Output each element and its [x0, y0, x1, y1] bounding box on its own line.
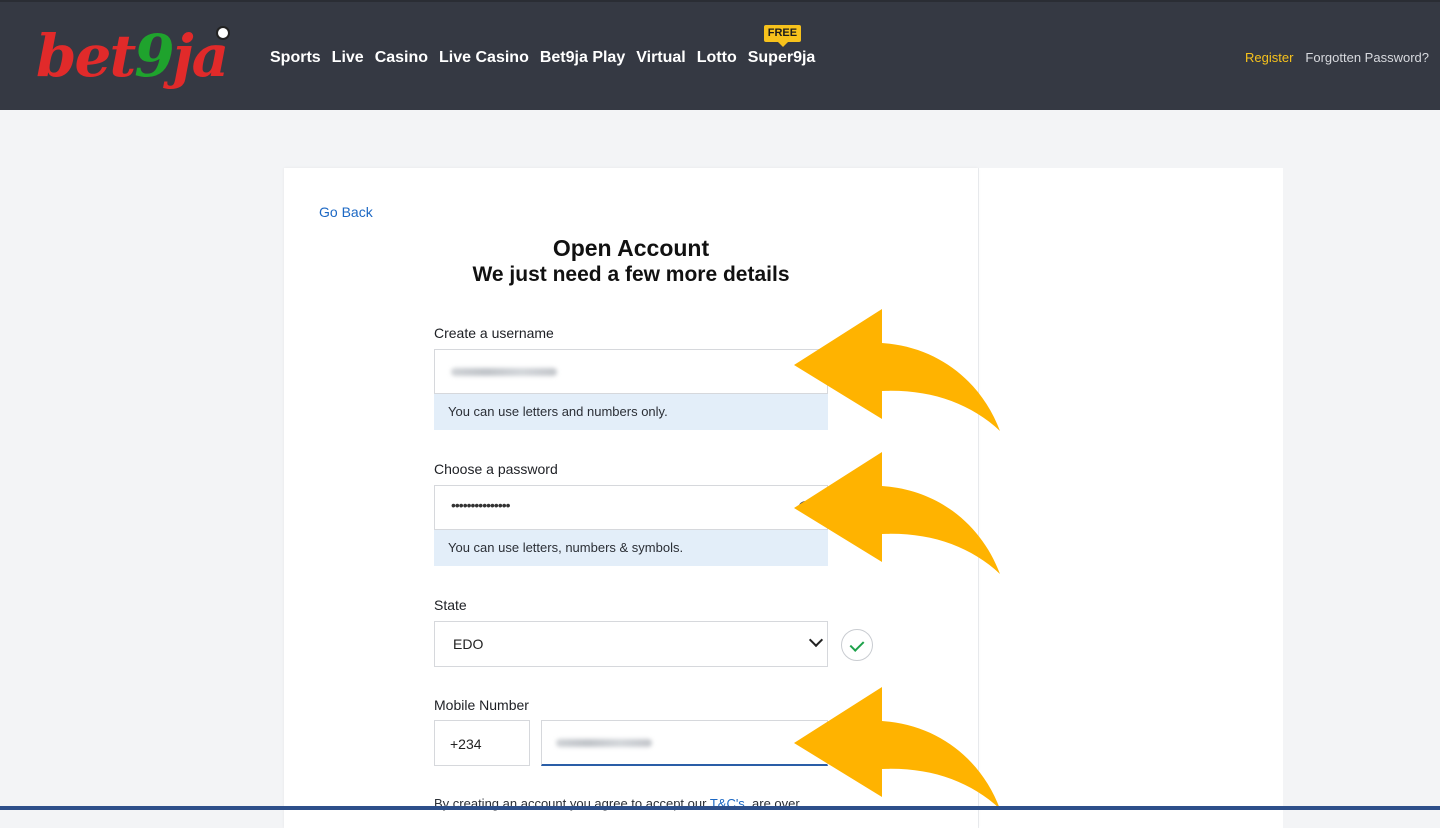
password-input[interactable]: ••••••••••••••• — [434, 485, 828, 530]
nav-item-live-casino[interactable]: Live Casino — [439, 47, 529, 69]
nav-item-live[interactable]: Live — [332, 47, 364, 69]
nav-item-lotto[interactable]: Lotto — [697, 47, 737, 69]
username-hint: You can use letters and numbers only. — [434, 394, 828, 430]
check-mark-icon — [849, 637, 865, 652]
side-panel — [978, 168, 1283, 828]
go-back-link[interactable]: Go Back — [319, 204, 373, 220]
page-title: Open Account — [552, 235, 710, 261]
header-account-links: Register Forgotten Password? — [1245, 50, 1429, 65]
state-label: State — [434, 597, 467, 613]
username-input[interactable] — [434, 349, 828, 394]
state-selected-value: EDO — [453, 636, 484, 652]
logo-text-nine: 9 — [134, 22, 174, 90]
top-header: bet9ja Sports Live Casino Live Casino Be… — [0, 0, 1440, 110]
register-link[interactable]: Register — [1245, 50, 1293, 65]
football-icon — [216, 26, 230, 40]
annotation-arrow-password — [794, 452, 1000, 574]
annotation-arrow-username — [794, 309, 1000, 431]
mobile-number-input[interactable] — [541, 720, 828, 766]
mobile-prefix-field[interactable]: +234 — [434, 720, 530, 766]
forgot-password-link[interactable]: Forgotten Password? — [1305, 50, 1429, 65]
password-hint: You can use letters, numbers & symbols. — [434, 530, 828, 566]
nav-item-virtual[interactable]: Virtual — [636, 47, 686, 69]
state-select[interactable]: EDO — [434, 621, 828, 667]
free-badge: FREE — [763, 25, 802, 47]
bottom-divider — [0, 806, 1440, 810]
username-label: Create a username — [434, 325, 554, 341]
nav-item-sports[interactable]: Sports — [270, 47, 321, 69]
page-subtitle: We just need a few more details — [472, 263, 790, 286]
nav-item-super9ja[interactable]: FREE Super9ja — [747, 25, 816, 69]
blurred-username-value — [451, 368, 557, 376]
nav-item-casino[interactable]: Casino — [375, 47, 428, 69]
logo-text-bet: bet — [36, 22, 136, 90]
state-valid-check-icon — [841, 629, 873, 661]
annotation-arrow-mobile — [794, 687, 1000, 809]
blurred-mobile-value — [556, 739, 652, 747]
password-label: Choose a password — [434, 461, 558, 477]
mobile-label: Mobile Number — [434, 697, 529, 713]
nav-item-bet9ja-play[interactable]: Bet9ja Play — [540, 47, 625, 69]
main-nav: Sports Live Casino Live Casino Bet9ja Pl… — [270, 25, 826, 69]
nav-item-super9ja-label: Super9ja — [747, 49, 816, 66]
mobile-prefix-value: +234 — [450, 736, 482, 752]
password-value: ••••••••••••••• — [451, 497, 511, 513]
bet9ja-logo[interactable]: bet9ja — [36, 22, 230, 90]
chevron-down-icon — [808, 632, 824, 648]
